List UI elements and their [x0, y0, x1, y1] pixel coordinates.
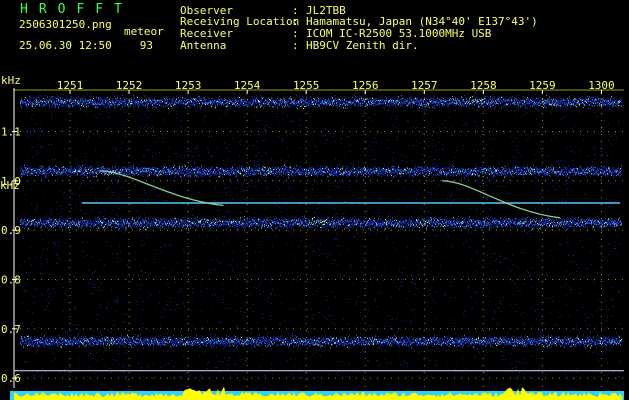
y-tick-0.8: 0.8 [1, 273, 21, 286]
meteor-count: 93 [139, 39, 153, 52]
y-tick-1.1: 1.1 [1, 125, 21, 138]
y-tick-0.7: 0.7 [1, 323, 21, 336]
noise-band-0 [20, 94, 622, 110]
brand-title: HROFFT [20, 2, 133, 17]
meteor-label: meteor [124, 25, 164, 38]
antenna-sep: : [292, 39, 299, 52]
antenna-value: HB9CV Zenith dir. [306, 39, 419, 52]
y-unit-top: kHz [1, 74, 21, 87]
antenna-key: Antenna [180, 39, 227, 52]
y-tick-1.0: 1.0 [1, 175, 21, 188]
noise-layer [20, 92, 622, 381]
y-tick-0.6: 0.6 [1, 372, 21, 385]
y-tick-0.9: 0.9 [1, 224, 21, 237]
meteor-echo-core-0 [99, 170, 224, 206]
noise-band-3 [20, 334, 622, 350]
meteor-echo-core-1 [442, 180, 561, 219]
file-name: 2506301250.png [19, 18, 112, 31]
signal-level-strip [10, 386, 624, 400]
meteor-echo-0 [99, 170, 224, 207]
timestamp: 25.06.30 12:50 [19, 39, 112, 52]
noise-band-2 [20, 215, 622, 231]
meteor-echo-1 [442, 180, 561, 219]
spectrogram: kHzkHz1251 1252 1253 1254 1255 1256 1257 1258 12… [0, 74, 624, 400]
